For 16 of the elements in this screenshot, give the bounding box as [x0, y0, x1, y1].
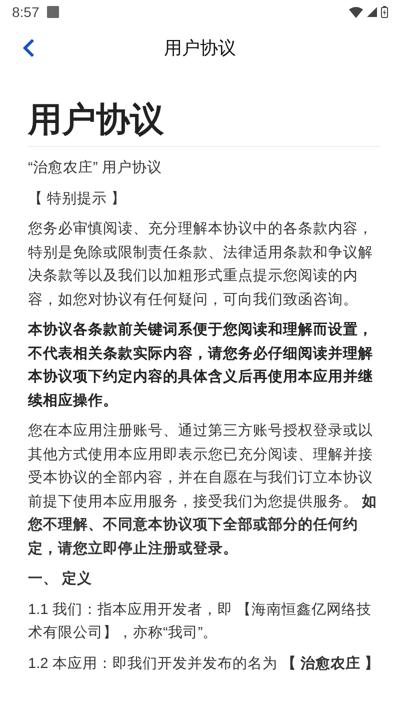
document-title: 用户协议 [28, 98, 380, 148]
section-heading: 一、 定义 [28, 570, 94, 590]
paragraph: “治愈农庄” 用户协议 [28, 158, 163, 178]
battery-icon [381, 6, 388, 18]
paragraph: 您在本应用注册账号、通过第三方账号授权登录或以其他方式使用本应用即表示您已充分阅读、理解并接受本协议的全部内容，并在自愿在与我们订立本协议前提下使用本应用服务，接受我们为您提供服务。 如您不理解、不同意本协议项下全部或部分的任何约定，请您立即停止注册或登录。 [28, 422, 378, 559]
paragraph: 本协议各条款前关键词系便于您阅读和理解而设置，不代表相关条款实际内容，请您务必仔细阅读并理解本协议项下约定内容的具体含义后再使用本应用并继续相应操作。 [28, 320, 374, 411]
back-icon [22, 38, 36, 58]
wifi-icon [349, 6, 363, 18]
paragraph: 【 特别提示 】 [28, 190, 128, 209]
page-title: 用户协议 [164, 36, 236, 60]
notification-icon [47, 6, 60, 18]
signal-icon [367, 7, 377, 17]
paragraph: 1.2 本应用：即我们开发并发布的名为 【 治愈农庄 】 [28, 654, 380, 674]
paragraph: 1.1 我们：指本应用开发者，即 【海南恒鑫亿网络技术有限公司】，亦称“我司”。 [28, 600, 372, 644]
status-time: 8:57 [12, 2, 40, 22]
paragraph: 您务必审慎阅读、充分理解本协议中的各条款内容，特别是免除或限制责任条款、法律适用条款和争议解决条款等以及我们以加粗形式重点提示您阅读的内容，如您对协议有任何疑问，可向我们致函咨询。 [28, 220, 374, 310]
